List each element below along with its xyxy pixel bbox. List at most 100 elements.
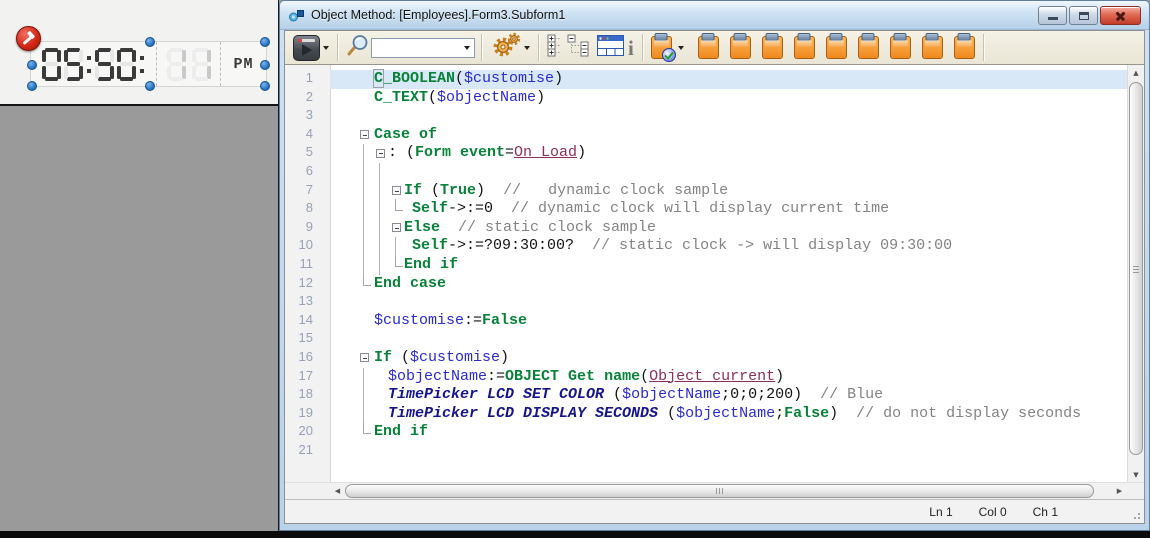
lcd-colon (86, 48, 92, 81)
clipboard-icon (954, 36, 975, 59)
method-icon (288, 7, 305, 23)
vertical-scroll-thumb[interactable] (1129, 82, 1143, 455)
clipboard-clock-icon (651, 36, 672, 59)
scrollbar-gutter-gap (285, 483, 330, 499)
clipboard-button-3[interactable] (760, 33, 785, 63)
form-window-icon (597, 35, 624, 61)
code-line[interactable]: 16If ($customise) (285, 349, 1127, 368)
selection-handle[interactable] (260, 37, 270, 47)
scroll-down-button[interactable]: ▼ (1128, 467, 1144, 482)
fold-toggle[interactable] (360, 353, 369, 362)
expand-all-button[interactable] (545, 33, 565, 63)
window-titlebar[interactable]: Object Method: [Employees].Form3.Subform… (280, 1, 1149, 30)
code-line[interactable]: 14$customise:=False (285, 312, 1127, 331)
bottom-bar (0, 531, 1150, 538)
code-line[interactable]: 21 (285, 442, 1127, 461)
scroll-left-button[interactable]: ◀ (330, 483, 345, 498)
combo-dropdown-button[interactable] (460, 39, 474, 57)
method-properties-button[interactable] (488, 33, 532, 63)
selection-handle[interactable] (260, 60, 270, 70)
clipboard-button-8[interactable] (920, 33, 945, 63)
line-number: 11 (285, 256, 330, 275)
line-number: 5 (285, 144, 330, 163)
form-editor-background: PM (0, 0, 279, 531)
object-method-badge[interactable] (16, 26, 41, 51)
code-line[interactable]: 3 (285, 107, 1127, 126)
code-line[interactable]: 19TimePicker LCD DISPLAY SECONDS ($objec… (285, 405, 1127, 424)
clipboard-icon (730, 36, 751, 59)
close-button[interactable] (1100, 6, 1141, 25)
clipboard-icon (922, 36, 943, 59)
toolbar-separator (983, 34, 984, 61)
char-indicator: Ch 1 (1033, 505, 1058, 519)
vertical-scroll-track[interactable] (1128, 80, 1144, 467)
code-line[interactable]: 2C_TEXT($objectName) (285, 89, 1127, 108)
search-button[interactable] (344, 33, 371, 63)
toolbar: i (285, 31, 1144, 65)
lcd-clock-widget[interactable]: PM (30, 41, 267, 87)
minimize-button[interactable] (1038, 6, 1067, 25)
line-number: 6 (285, 163, 330, 182)
clipboard-button-5[interactable] (824, 33, 849, 63)
code-line[interactable]: 7If (True) // dynamic clock sample (285, 182, 1127, 201)
horizontal-scroll-thumb[interactable] (345, 484, 1094, 498)
toolbar-separator (337, 34, 338, 61)
search-input[interactable] (372, 40, 460, 56)
line-number: 17 (285, 368, 330, 387)
scroll-up-button[interactable]: ▲ (1128, 65, 1144, 80)
fold-toggle[interactable] (360, 130, 369, 139)
code-line[interactable]: 15 (285, 330, 1127, 349)
line-indicator: Ln 1 (929, 505, 952, 519)
horizontal-scroll-track[interactable] (345, 483, 1112, 499)
code-line[interactable]: 1C_BOOLEAN($customise) (285, 70, 1127, 89)
line-number: 2 (285, 89, 330, 108)
code-line[interactable]: 5: (Form event=On Load) (285, 144, 1127, 163)
run-icon (293, 35, 320, 61)
selection-handle[interactable] (145, 81, 155, 91)
fold-toggle[interactable] (392, 186, 401, 195)
code-line[interactable]: 17$objectName:=OBJECT Get name(Object cu… (285, 368, 1127, 387)
lcd-hours-minutes (31, 42, 157, 86)
selection-handle[interactable] (145, 37, 155, 47)
maximize-button[interactable] (1069, 6, 1098, 25)
code-line[interactable]: 8Self->:=0 // dynamic clock will display… (285, 200, 1127, 219)
collapse-all-button[interactable] (565, 33, 595, 63)
selection-handle[interactable] (27, 60, 37, 70)
search-icon (346, 33, 369, 62)
code-line[interactable]: 12End case (285, 275, 1127, 294)
selection-handle[interactable] (260, 81, 270, 91)
information-button[interactable]: i (626, 33, 636, 63)
clipboard-button-7[interactable] (888, 33, 913, 63)
clipboard-button-2[interactable] (728, 33, 753, 63)
clipboard-icon (762, 36, 783, 59)
clipboard-button-1[interactable] (696, 33, 721, 63)
fold-toggle[interactable] (376, 149, 385, 158)
chevron-down-icon (678, 46, 684, 50)
clipboard-button-9[interactable] (952, 33, 977, 63)
code-line[interactable]: 4Case of (285, 126, 1127, 145)
line-number: 18 (285, 386, 330, 405)
status-bar: Ln 1 Col 0 Ch 1 (285, 499, 1144, 523)
code-line[interactable]: 18TimePicker LCD SET COLOR ($objectName;… (285, 386, 1127, 405)
code-line[interactable]: 6 (285, 163, 1127, 182)
macros-button[interactable] (649, 33, 686, 63)
selection-handle[interactable] (27, 81, 37, 91)
gears-icon (490, 32, 521, 64)
line-number: 4 (285, 126, 330, 145)
text-caret: C (374, 70, 383, 87)
code-line[interactable]: 13 (285, 293, 1127, 312)
code-line[interactable]: 10Self->:=?09:30:00? // static clock -> … (285, 237, 1127, 256)
code-line[interactable]: 20End if (285, 423, 1127, 442)
code-line[interactable]: 9Else // static clock sample (285, 219, 1127, 238)
code-line[interactable]: 11End if (285, 256, 1127, 275)
resize-grip[interactable] (1138, 517, 1140, 519)
code-editor[interactable]: 1C_BOOLEAN($customise)2C_TEXT($objectNam… (285, 65, 1127, 482)
fold-toggle[interactable] (392, 223, 401, 232)
search-combobox[interactable] (371, 38, 475, 58)
execute-method-button[interactable] (291, 33, 331, 63)
clipboard-button-6[interactable] (856, 33, 881, 63)
form-window-button[interactable] (595, 33, 626, 63)
scroll-right-button[interactable]: ▶ (1112, 483, 1127, 498)
clipboard-button-4[interactable] (792, 33, 817, 63)
vertical-scrollbar[interactable]: ▲ ▼ (1127, 65, 1144, 482)
